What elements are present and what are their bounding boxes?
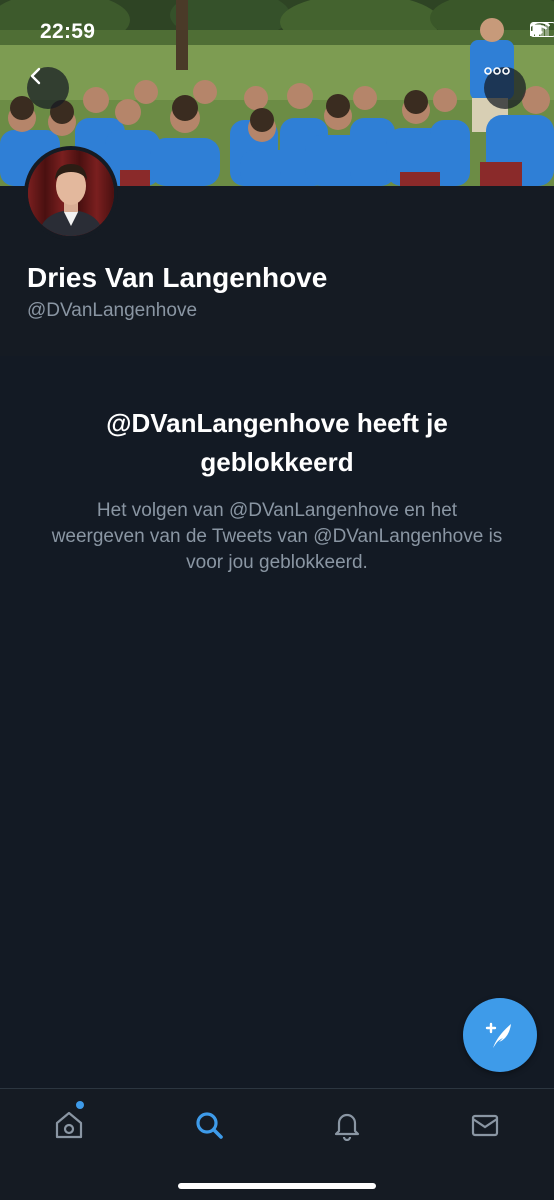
blocked-title: @DVanLangenhove heeft je geblokkeerd (106, 408, 448, 477)
compose-tweet-icon (485, 1022, 511, 1048)
search-icon (196, 1112, 223, 1139)
tab-home[interactable] (51, 1107, 87, 1143)
display-name: Dries Van Langenhove (27, 262, 328, 293)
back-arrow-icon (30, 67, 41, 85)
tab-messages[interactable] (467, 1107, 503, 1143)
avatar-photo (28, 150, 114, 236)
battery-icon (530, 22, 554, 37)
profile-handle: @DVanLangenhove (27, 300, 198, 321)
back-button[interactable] (27, 67, 69, 109)
more-options-icon (484, 67, 510, 75)
status-time: 22:59 (40, 20, 96, 43)
blocked-description: Het volgen van @DVanLangenhove en het we… (51, 500, 503, 573)
more-options-button[interactable] (484, 67, 526, 109)
home-icon (55, 1111, 83, 1139)
bell-icon (334, 1113, 360, 1141)
compose-tweet-button[interactable] (463, 998, 537, 1072)
tab-notifications[interactable] (329, 1107, 365, 1143)
home-unread-badge (76, 1101, 84, 1109)
mail-icon (471, 1114, 499, 1137)
home-indicator[interactable] (178, 1183, 376, 1189)
avatar[interactable] (24, 146, 118, 240)
tab-search[interactable] (191, 1107, 227, 1143)
